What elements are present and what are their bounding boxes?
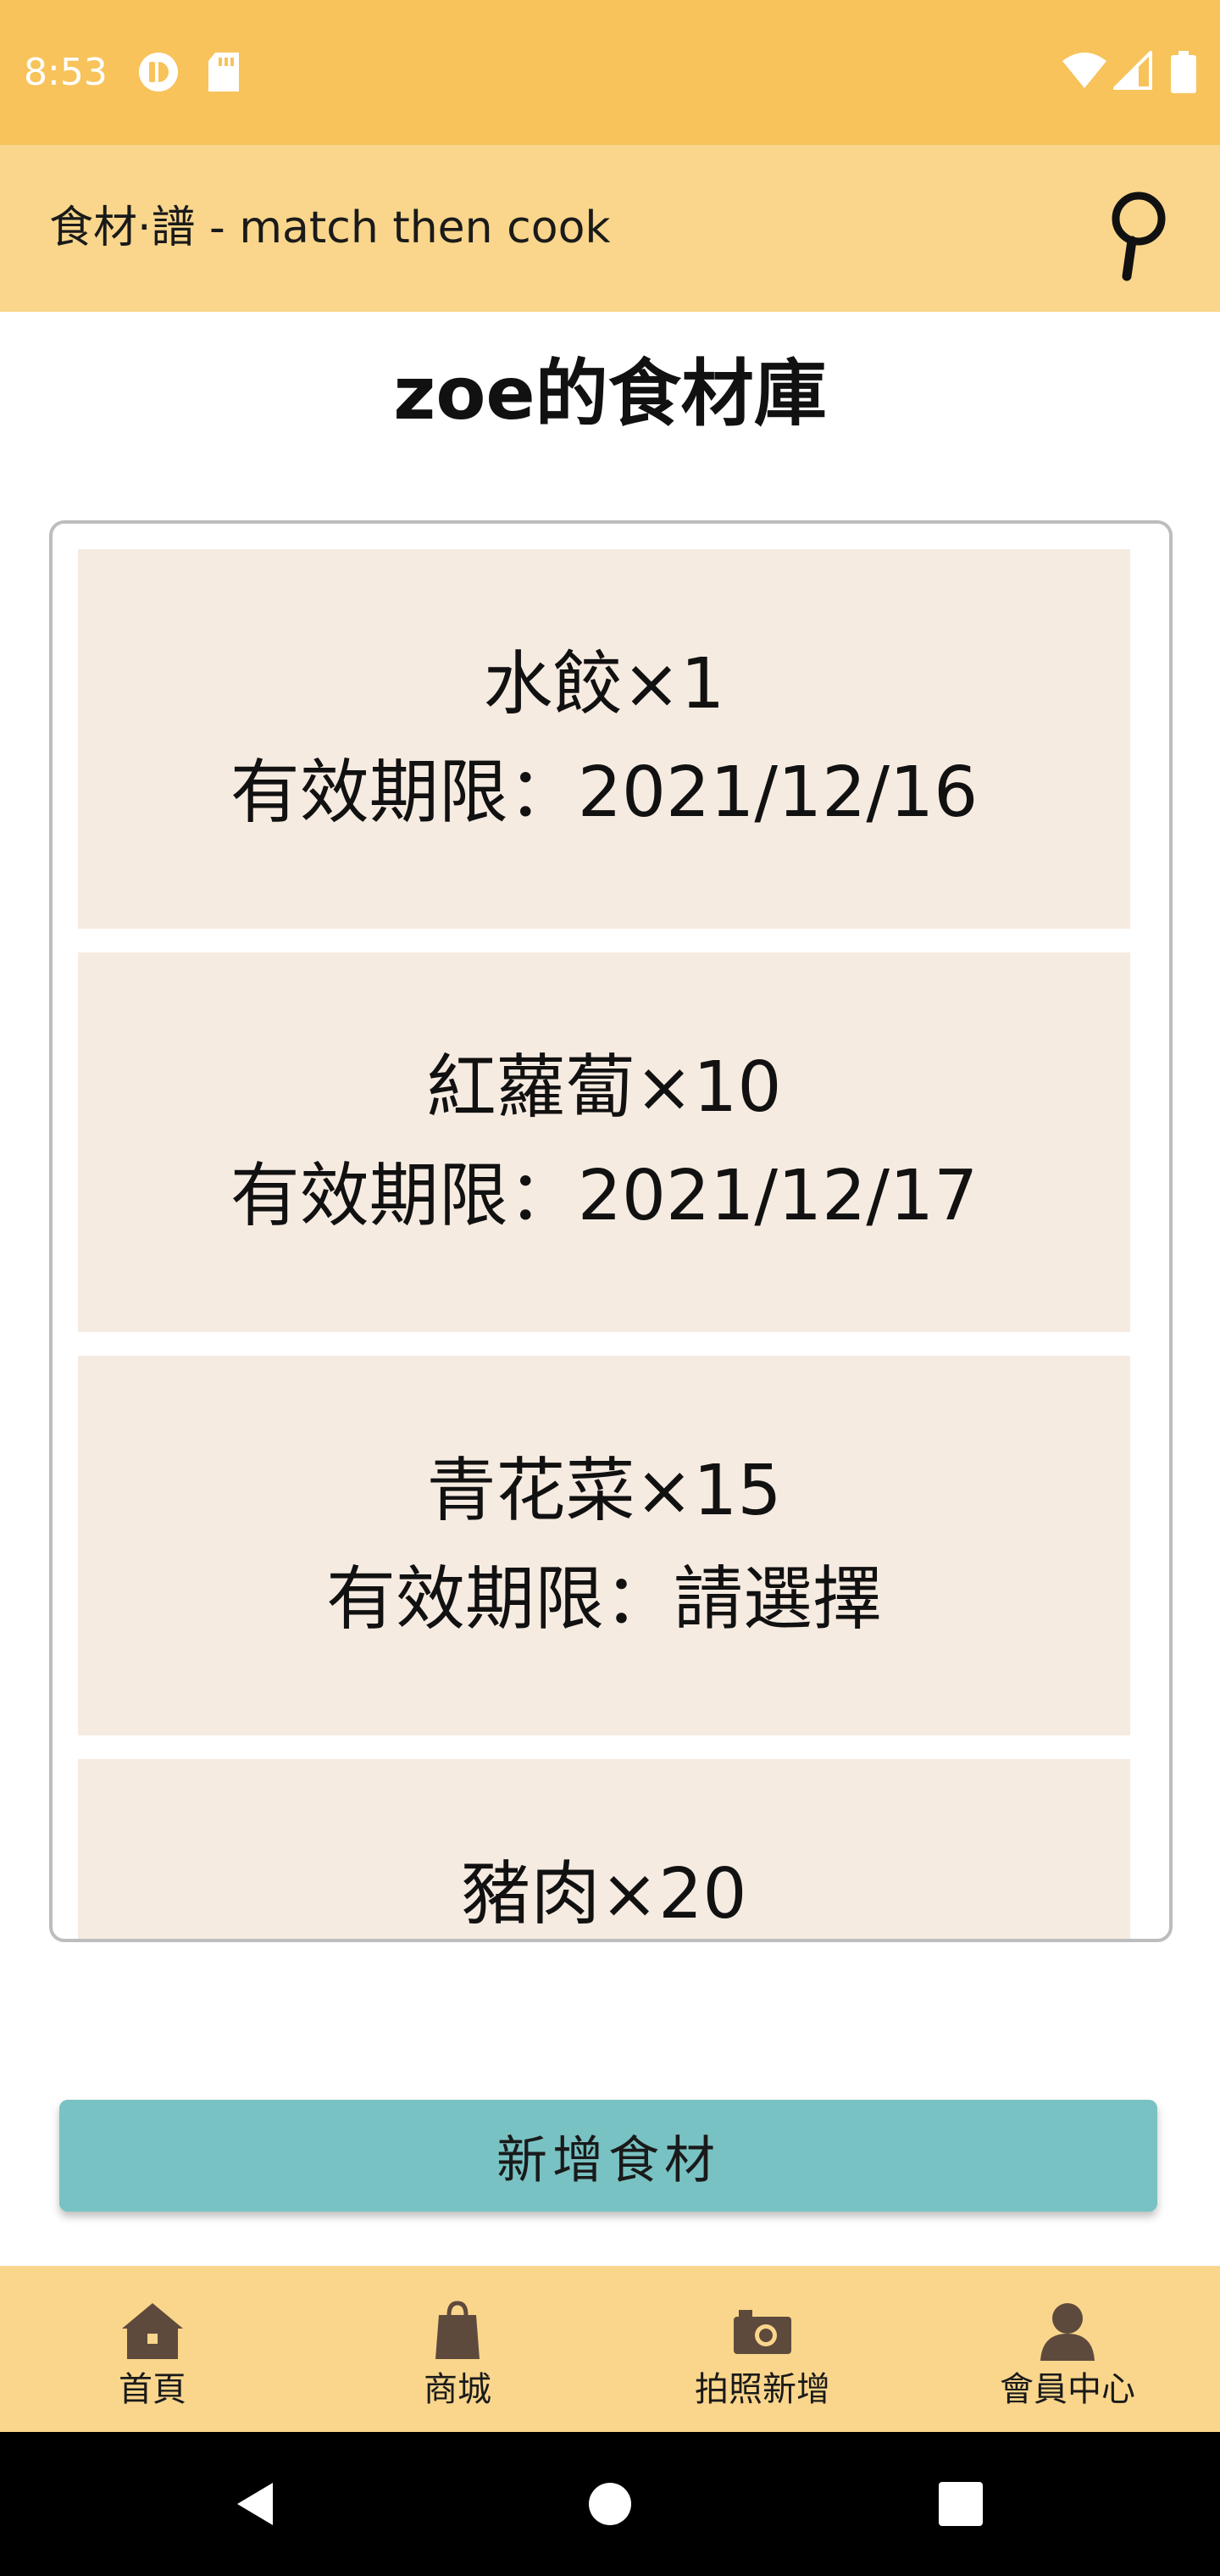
camera-icon (734, 2310, 791, 2354)
ingredient-expiry: 有效期限：2021/12/17 (230, 1156, 979, 1236)
nav-item-home[interactable]: 首頁 (0, 2266, 305, 2432)
app-title: 食材·譜 - match then cook (49, 203, 611, 253)
home-system-button[interactable] (586, 2432, 634, 2576)
ingredient-name: 紅蘿蔔×10 (426, 1047, 782, 1128)
back-triangle-icon (237, 2483, 273, 2525)
user-icon (1040, 2303, 1095, 2361)
ingredient-card[interactable]: 水餃×1 有效期限：2021/12/16 (78, 549, 1130, 929)
app-screen: 8:53 食材·譜 - match then cook zoe的食材庫 水餃×1… (0, 0, 1220, 2576)
ingredient-card[interactable]: 豬肉×20 (78, 1759, 1130, 1939)
nav-label-shop: 商城 (424, 2370, 491, 2409)
status-time: 8:53 (24, 51, 108, 94)
nav-item-member[interactable]: 會員中心 (915, 2266, 1220, 2432)
wifi-icon (1061, 51, 1108, 93)
recents-square-icon (939, 2482, 983, 2526)
ingredient-card[interactable]: 青花菜×15 有效期限：請選擇 (78, 1356, 1130, 1735)
ingredient-name: 青花菜×15 (426, 1451, 782, 1531)
nav-label-home: 首頁 (119, 2370, 186, 2409)
ingredient-name: 水餃×1 (483, 644, 725, 724)
app-notification-icon (137, 51, 180, 93)
ingredient-card[interactable]: 紅蘿蔔×10 有效期限：2021/12/17 (78, 952, 1130, 1332)
recents-button[interactable] (937, 2432, 984, 2576)
magnifier-icon (1112, 192, 1166, 281)
ingredient-list[interactable]: 水餃×1 有效期限：2021/12/16 紅蘿蔔×10 有效期限：2021/12… (49, 520, 1173, 1942)
bottom-nav: 首頁 商城 拍照新增 會員中心 (0, 2266, 1220, 2432)
cell-signal-icon (1111, 48, 1152, 93)
home-icon (122, 2303, 183, 2359)
home-circle-icon (589, 2483, 631, 2525)
sd-card-icon (205, 51, 247, 93)
app-bar: 食材·譜 - match then cook (0, 145, 1220, 312)
status-bar: 8:53 (0, 0, 1220, 145)
nav-label-photo-add: 拍照新增 (695, 2370, 830, 2409)
nav-item-shop[interactable]: 商城 (305, 2266, 610, 2432)
ingredient-list-scroll: 水餃×1 有效期限：2021/12/16 紅蘿蔔×10 有效期限：2021/12… (78, 549, 1130, 1939)
back-button[interactable] (230, 2432, 278, 2576)
system-nav-bar (0, 2432, 1220, 2576)
page-title: zoe的食材庫 (393, 352, 827, 436)
ingredient-expiry: 有效期限：2021/12/16 (230, 752, 979, 833)
add-ingredient-button[interactable]: 新增食材 (59, 2100, 1157, 2212)
nav-item-photo-add[interactable]: 拍照新增 (610, 2266, 915, 2432)
ingredient-expiry: 有效期限：請選擇 (325, 1559, 882, 1640)
search-button[interactable] (1101, 188, 1178, 281)
ingredient-name: 豬肉×20 (461, 1854, 747, 1935)
nav-label-member: 會員中心 (1000, 2370, 1135, 2409)
shopping-bag-icon (435, 2301, 480, 2359)
battery-icon (1171, 51, 1196, 97)
